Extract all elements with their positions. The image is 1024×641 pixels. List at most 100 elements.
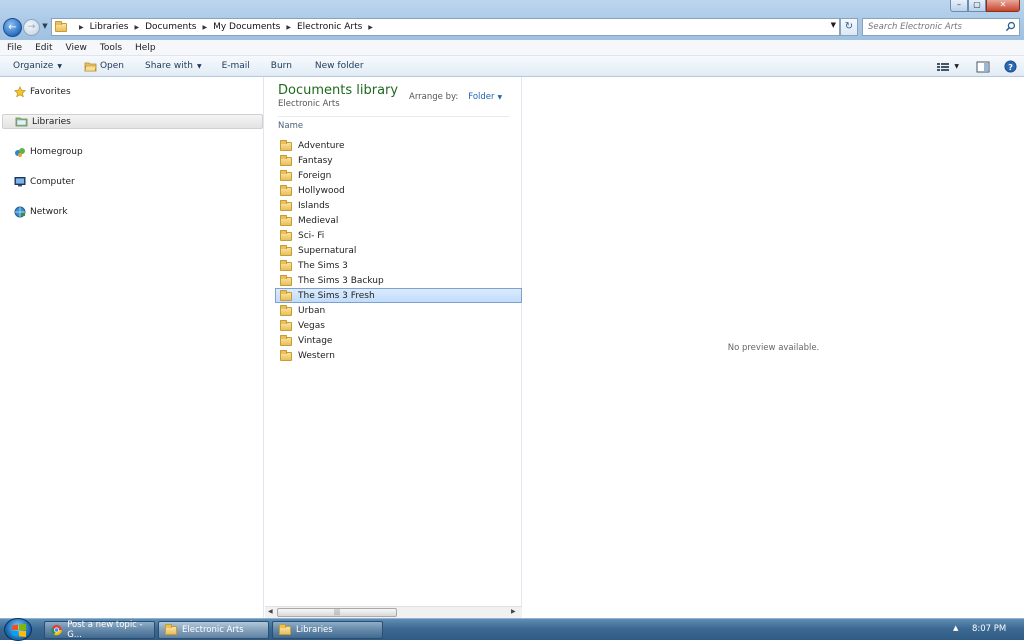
taskbar-item-explorer-ea[interactable]: Electronic Arts [158, 621, 269, 639]
change-view-icon[interactable] [936, 61, 950, 73]
star-icon [14, 85, 26, 97]
menu-file[interactable]: File [0, 43, 28, 53]
menu-view[interactable]: View [59, 43, 93, 53]
list-item[interactable]: Islands [275, 198, 522, 213]
menu-help[interactable]: Help [128, 43, 162, 53]
clock[interactable]: 8:07 PM [972, 624, 1006, 634]
preview-message: No preview available. [727, 343, 820, 353]
folder-icon [280, 200, 292, 211]
explorer-window: – ▢ ✕ ← → ▼ ▶ Libraries ▶ Documents ▶ My… [0, 0, 1024, 618]
menu-edit[interactable]: Edit [28, 43, 58, 53]
address-dropdown-icon[interactable]: ▼ [831, 21, 836, 29]
list-item[interactable]: The Sims 3 Backup [275, 273, 522, 288]
list-item-label: Adventure [298, 140, 345, 151]
folder-icon [280, 185, 292, 196]
close-button[interactable]: ✕ [986, 0, 1020, 12]
nav-libraries[interactable]: Libraries [2, 114, 263, 129]
chevron-down-icon[interactable]: ▼ [954, 63, 959, 70]
burn-label: Burn [270, 61, 292, 71]
preview-pane: No preview available. [523, 77, 1024, 618]
folder-icon [280, 350, 292, 361]
taskbar-item-label: Post a new topic - G... [67, 620, 143, 640]
breadcrumb-libraries[interactable]: Libraries [90, 22, 129, 32]
list-item[interactable]: The Sims 3 [275, 258, 522, 273]
folder-icon [279, 623, 291, 635]
arrange-by-label: Arrange by: [409, 92, 459, 102]
list-item-label: The Sims 3 [298, 260, 348, 271]
column-header-name[interactable]: Name [278, 121, 303, 131]
nav-homegroup[interactable]: Homegroup [2, 144, 263, 159]
chevron-right-icon[interactable]: ▶ [368, 24, 373, 31]
horizontal-scrollbar[interactable]: ◀ ||| ▶ [265, 606, 522, 618]
preview-pane-icon[interactable] [976, 61, 990, 73]
list-item[interactable]: Sci- Fi [275, 228, 522, 243]
start-button[interactable] [4, 618, 32, 641]
divider [278, 116, 510, 117]
breadcrumb: ▶ Libraries ▶ Documents ▶ My Documents ▶… [73, 22, 379, 32]
list-item-label: Foreign [298, 170, 332, 181]
breadcrumb-documents[interactable]: Documents [145, 22, 196, 32]
folder-list: Adventure Fantasy Foreign Hollywood Islands M… [275, 138, 522, 363]
svg-text:?: ? [1008, 62, 1013, 72]
refresh-icon: ↻ [844, 21, 854, 32]
minimize-button[interactable]: – [950, 0, 968, 12]
chevron-right-icon[interactable]: ▶ [202, 24, 207, 31]
chevron-right-icon[interactable]: ▶ [286, 24, 291, 31]
list-item[interactable]: Hollywood [275, 183, 522, 198]
search-input[interactable] [868, 22, 998, 32]
search-icon[interactable] [1005, 21, 1016, 32]
list-item[interactable]: Western [275, 348, 522, 363]
refresh-button[interactable]: ↻ [840, 18, 858, 36]
email-button[interactable]: E-mail [222, 56, 250, 77]
list-item[interactable]: Foreign [275, 168, 522, 183]
library-title: Documents library [278, 83, 399, 98]
share-with-button[interactable]: Share with ▼ [145, 56, 202, 77]
chrome-icon [51, 624, 62, 636]
folder-icon [55, 20, 67, 32]
help-icon[interactable]: ? [1004, 60, 1017, 73]
nav-computer[interactable]: Computer [2, 174, 263, 189]
scroll-left-icon[interactable]: ◀ [268, 608, 273, 615]
search-box[interactable] [862, 18, 1020, 36]
chevron-down-icon: ▼ [42, 22, 48, 30]
taskbar-item-browser[interactable]: Post a new topic - G... [44, 620, 155, 640]
chevron-down-icon[interactable]: ▼ [498, 94, 503, 101]
back-button[interactable]: ← [3, 18, 22, 37]
back-arrow-icon: ← [8, 22, 17, 33]
forward-button[interactable]: → [23, 19, 40, 36]
computer-icon [14, 176, 26, 186]
arrange-by-dropdown[interactable]: Folder [468, 92, 494, 102]
list-item[interactable]: Vegas [275, 318, 522, 333]
scroll-right-icon[interactable]: ▶ [511, 608, 516, 615]
list-item[interactable]: Fantasy [275, 153, 522, 168]
breadcrumb-electronic-arts[interactable]: Electronic Arts [297, 22, 362, 32]
maximize-button[interactable]: ▢ [968, 0, 986, 12]
address-bar[interactable]: ▶ Libraries ▶ Documents ▶ My Documents ▶… [51, 18, 840, 36]
list-item-label: Western [298, 350, 335, 361]
nav-network[interactable]: Network [2, 204, 263, 219]
nav-favorites[interactable]: Favorites [2, 84, 263, 99]
list-item[interactable]: Supernatural [275, 243, 522, 258]
folder-icon [280, 215, 292, 226]
folder-icon [165, 623, 177, 635]
chevron-down-icon: ▼ [57, 62, 62, 70]
breadcrumb-my-documents[interactable]: My Documents [213, 22, 280, 32]
list-item[interactable]: The Sims 3 Fresh [275, 288, 522, 303]
list-item-label: The Sims 3 Backup [298, 275, 384, 286]
show-hidden-icons-icon[interactable]: ▲ [953, 624, 958, 632]
list-item[interactable]: Urban [275, 303, 522, 318]
list-item[interactable]: Adventure [275, 138, 522, 153]
scrollbar-thumb[interactable]: ||| [277, 608, 397, 617]
taskbar-item-libraries[interactable]: Libraries [272, 621, 383, 639]
folder-icon [280, 305, 292, 316]
list-item[interactable]: Vintage [275, 333, 522, 348]
new-folder-button[interactable]: New folder [315, 56, 364, 77]
recent-pages-dropdown[interactable]: ▼ [41, 22, 49, 32]
menu-tools[interactable]: Tools [93, 43, 128, 53]
chevron-right-icon[interactable]: ▶ [135, 24, 140, 31]
organize-button[interactable]: Organize ▼ [13, 56, 62, 77]
list-item-label: Islands [298, 200, 330, 211]
open-button[interactable]: Open [84, 56, 124, 77]
burn-button[interactable]: Burn [271, 56, 292, 77]
list-item[interactable]: Medieval [275, 213, 522, 228]
